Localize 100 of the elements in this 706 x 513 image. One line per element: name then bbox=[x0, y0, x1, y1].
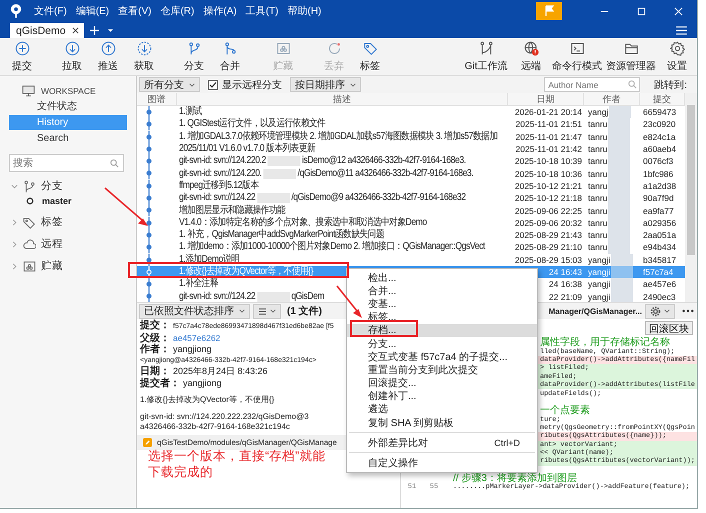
settings-icon bbox=[670, 40, 684, 56]
plus-circle-icon bbox=[14, 40, 30, 56]
commit-graph-node[interactable] bbox=[145, 290, 153, 303]
menu-item[interactable]: 变基... bbox=[347, 297, 537, 311]
chevron-icon[interactable] bbox=[11, 182, 18, 190]
parent-link[interactable]: ae457e6262 bbox=[173, 332, 220, 343]
toolbar-button[interactable]: 分支 bbox=[176, 40, 212, 72]
menu-item[interactable]: 检出... bbox=[347, 271, 537, 284]
menu-item[interactable]: 遴选 bbox=[347, 402, 537, 416]
column-header[interactable]: 图谱 bbox=[137, 93, 177, 105]
chevron-icon[interactable] bbox=[11, 240, 18, 248]
repo-tab[interactable]: qGisDemo bbox=[10, 23, 84, 38]
add-tab-icon[interactable] bbox=[90, 26, 99, 35]
commit-hash: ea9fa77 bbox=[643, 206, 674, 216]
commit-message-line: git-svn-id: svn://124.220.222.232/qGisDemo@3 bbox=[140, 412, 309, 420]
menu-item[interactable]: 操作(A) bbox=[203, 4, 237, 18]
column-header[interactable]: 描述 bbox=[177, 93, 508, 105]
menu-item[interactable]: 分支... bbox=[347, 336, 537, 350]
pencil-icon bbox=[143, 438, 152, 446]
branch-item[interactable]: master bbox=[42, 196, 72, 206]
toolbar-button[interactable]: 拉取 bbox=[54, 40, 90, 72]
commit-graph-node[interactable] bbox=[145, 106, 153, 118]
commit-graph-node[interactable] bbox=[145, 192, 153, 204]
commit-graph-node[interactable] bbox=[145, 155, 153, 168]
toolbar-button[interactable]: 资源管理器 bbox=[605, 40, 657, 72]
commit-graph-node[interactable] bbox=[145, 216, 153, 229]
file-path: Manager/QGisManager... bbox=[548, 306, 642, 316]
commit-graph-node[interactable] bbox=[145, 254, 153, 266]
menu-item[interactable]: 工具(T) bbox=[246, 4, 278, 18]
menu-item[interactable]: 编辑(E) bbox=[76, 4, 110, 18]
menu-item[interactable]: 仓库(R) bbox=[160, 4, 194, 18]
commit-graph-node[interactable] bbox=[145, 180, 153, 192]
sort-dropdown[interactable]: 按日期排序 bbox=[290, 77, 361, 92]
menu-item[interactable]: 创建补丁... bbox=[347, 390, 537, 403]
chevron-icon[interactable] bbox=[11, 218, 18, 226]
settings-dropdown[interactable] bbox=[645, 304, 675, 318]
sidebar-item[interactable]: 文件状态 bbox=[9, 99, 127, 114]
menu-item[interactable]: 重置当前分支到此次提交 bbox=[347, 363, 537, 376]
author-search-field[interactable]: Author Name bbox=[544, 77, 640, 92]
toolbar-button[interactable]: 设置 bbox=[659, 40, 695, 72]
commit-graph-node[interactable] bbox=[145, 142, 153, 156]
tree-group[interactable]: 远程 bbox=[41, 237, 63, 251]
search-field[interactable]: 搜索 bbox=[9, 154, 124, 172]
commit-graph-node[interactable] bbox=[145, 266, 153, 278]
caret-icon bbox=[270, 309, 276, 313]
checkbox[interactable] bbox=[208, 80, 218, 90]
menu-item[interactable]: 回滚提交... bbox=[347, 376, 537, 390]
menu-icon[interactable] bbox=[676, 26, 687, 35]
more-icon[interactable] bbox=[682, 309, 694, 313]
commit-graph-node[interactable] bbox=[145, 228, 153, 242]
toolbar-button[interactable]: 标签 bbox=[352, 40, 388, 72]
up-arrow-circle-icon bbox=[100, 40, 116, 56]
toolbar-button[interactable]: 推送 bbox=[90, 40, 126, 72]
caret-icon[interactable] bbox=[106, 28, 114, 33]
search-icon bbox=[628, 80, 638, 89]
commit-graph-node[interactable] bbox=[145, 278, 153, 290]
chevron-icon[interactable] bbox=[11, 262, 18, 270]
tree-group[interactable]: 贮藏 bbox=[41, 259, 63, 273]
column-header[interactable]: 日期 bbox=[508, 93, 584, 105]
menu-item[interactable]: 合并... bbox=[347, 284, 537, 298]
commit-graph-node[interactable] bbox=[145, 167, 153, 180]
blurred-text bbox=[611, 254, 634, 266]
commit-message: 增加图层显示和隐藏操作功能 bbox=[179, 204, 286, 216]
tree-group[interactable]: 标签 bbox=[41, 215, 63, 229]
commit-message: /qGisDemo@11 a4326466-332b-42f7-9164-168e3. bbox=[298, 168, 474, 180]
menu-item[interactable]: 复制 SHA 到剪贴板 bbox=[347, 416, 537, 430]
commit-message: 1.修改{}去掉改为QVector等，不使用{} bbox=[179, 266, 313, 278]
toolbar-button[interactable]: 获取 bbox=[126, 40, 162, 72]
menu-item[interactable]: 帮助(H) bbox=[287, 4, 322, 18]
commit-hash: 2aa051a bbox=[643, 230, 676, 240]
close-icon[interactable] bbox=[72, 27, 79, 34]
menu-item[interactable]: 文件(F) bbox=[34, 4, 67, 18]
toolbar-button[interactable]: Git工作流 bbox=[461, 40, 511, 72]
branch-dropdown[interactable]: 所有分支 bbox=[139, 77, 200, 92]
tree-group[interactable]: 分支 bbox=[41, 179, 63, 193]
revert-hunk-button[interactable]: 回滚区块 bbox=[645, 321, 693, 335]
commit-date: 2025-08-29 21:10 bbox=[514, 242, 582, 252]
commit-graph-node[interactable] bbox=[145, 241, 153, 254]
toolbar-button[interactable]: 合并 bbox=[212, 40, 248, 72]
sidebar-item[interactable]: Search bbox=[9, 131, 127, 146]
column-header[interactable]: 作者 bbox=[584, 93, 640, 105]
maximize-icon[interactable] bbox=[637, 6, 646, 16]
commit-graph-node[interactable] bbox=[145, 204, 153, 217]
menu-item[interactable]: 自定义操作 bbox=[347, 456, 537, 470]
author-name: yangj bbox=[588, 107, 608, 118]
toolbar-button[interactable]: 远端 bbox=[513, 40, 549, 72]
toolbar-button[interactable]: 命令行模式 bbox=[551, 40, 603, 72]
scrollbar[interactable] bbox=[685, 93, 697, 302]
view-dropdown[interactable] bbox=[253, 304, 281, 318]
menu-item[interactable]: 存档... bbox=[347, 324, 537, 337]
commit-graph-node[interactable] bbox=[145, 130, 153, 143]
field-label: 提交者： bbox=[140, 378, 180, 389]
commit-graph-node[interactable] bbox=[145, 118, 153, 131]
commit-date: 24 16:43 bbox=[548, 267, 582, 277]
toolbar-button[interactable]: 提交 bbox=[4, 40, 40, 72]
sort-dropdown[interactable]: 已依照文件状态排序 bbox=[139, 304, 250, 318]
menu-item[interactable]: 查看(V) bbox=[118, 4, 152, 18]
menu-item[interactable]: 交互式变基 f57c7a4 的子提交... bbox=[347, 350, 537, 364]
field-label: 作者： bbox=[140, 345, 170, 356]
commit-message: git-svn-id: svn://124.22 bbox=[179, 290, 256, 303]
